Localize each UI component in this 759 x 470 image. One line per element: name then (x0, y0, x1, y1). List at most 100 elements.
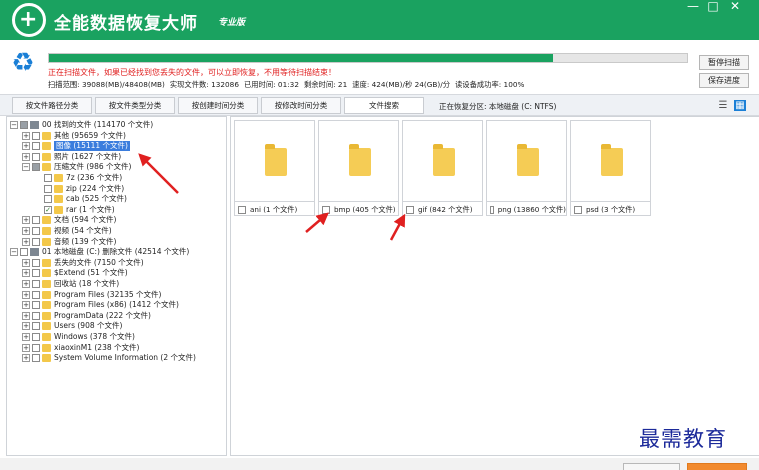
tree-item-label: 照片 (1627 个文件) (54, 151, 122, 161)
tree-item[interactable]: + ProgramData (222 个文件) (22, 311, 151, 321)
tree-item-label: xiaoxinM1 (238 个文件) (54, 342, 140, 352)
card-label: ani (1 个文件) (250, 204, 298, 214)
expand-icon[interactable]: + (22, 333, 30, 341)
expand-icon[interactable]: + (22, 142, 30, 151)
bottom-button-right[interactable] (687, 463, 747, 470)
collapse-icon[interactable]: − (22, 163, 30, 172)
tree-item-checkbox[interactable] (32, 142, 40, 151)
tab-3[interactable]: 按修改时间分类 (261, 97, 341, 114)
expand-icon[interactable]: + (22, 301, 30, 310)
card-checkbox[interactable] (406, 205, 414, 214)
tree-item[interactable]: zip (224 个文件) (34, 184, 124, 194)
tree-item[interactable]: cab (525 个文件) (34, 194, 127, 204)
tree-item-checkbox[interactable] (44, 184, 52, 193)
tree-item-checkbox[interactable]: ✓ (44, 205, 52, 214)
tree-item[interactable]: − 压缩文件 (986 个文件) (22, 162, 131, 172)
tree-item-label: 01 本地磁盘 (C:) 删除文件 (42514 个文件) (42, 247, 190, 257)
scan-progress-bar (48, 53, 688, 63)
tree-item-checkbox[interactable] (32, 227, 40, 235)
expand-icon[interactable]: + (22, 343, 30, 352)
tree-item-checkbox[interactable] (32, 269, 40, 278)
card-checkbox[interactable] (322, 205, 330, 214)
tree-item[interactable]: + $Extend (51 个文件) (22, 268, 128, 278)
tree-item-checkbox[interactable] (20, 248, 28, 257)
tree-item[interactable]: + 丢失的文件 (7150 个文件) (22, 258, 144, 268)
bottom-button-left[interactable] (623, 463, 680, 470)
tree-item-checkbox[interactable] (32, 152, 40, 161)
tree-item-checkbox[interactable] (32, 311, 40, 320)
tree-item[interactable]: + 图像 (15111 个文件) (22, 141, 130, 152)
tree-item[interactable]: + Program Files (x86) (1412 个文件) (22, 300, 179, 310)
file-type-card[interactable]: psd (3 个文件) (570, 120, 651, 216)
tab-1[interactable]: 按文件类型分类 (95, 97, 175, 114)
tree-item-checkbox[interactable] (32, 290, 40, 299)
folder-icon (42, 152, 51, 161)
tree-item-checkbox[interactable] (44, 195, 52, 204)
tree-item-checkbox[interactable] (32, 131, 40, 140)
tree-item-checkbox[interactable] (32, 237, 40, 246)
tree-item-checkbox[interactable] (32, 354, 40, 363)
tab-2[interactable]: 按创建时间分类 (178, 97, 258, 114)
tree-item-checkbox[interactable] (20, 121, 28, 129)
tree-item-checkbox[interactable] (32, 280, 40, 288)
tab-4[interactable]: 文件搜索 (344, 97, 424, 114)
file-type-card[interactable]: png (13860 个文件) (486, 120, 567, 216)
tab-0[interactable]: 按文件路径分类 (12, 97, 92, 114)
file-type-card[interactable]: ani (1 个文件) (234, 120, 315, 216)
tree-item[interactable]: + 回收站 (18 个文件) (22, 279, 119, 289)
tree-item-checkbox[interactable] (44, 174, 52, 182)
expand-icon[interactable]: + (22, 152, 30, 161)
expand-icon[interactable]: + (22, 131, 30, 140)
tree-item-checkbox[interactable] (32, 333, 40, 341)
tree-item-checkbox[interactable] (32, 343, 40, 352)
tree-item-checkbox[interactable] (32, 163, 40, 172)
collapse-icon[interactable]: − (10, 121, 18, 129)
expand-icon[interactable]: + (22, 322, 30, 331)
expand-icon[interactable]: + (22, 354, 30, 363)
card-checkbox[interactable] (238, 205, 246, 214)
tree-item[interactable]: + 视频 (54 个文件) (22, 226, 112, 236)
maximize-button[interactable]: □ (703, 0, 723, 14)
expand-icon[interactable]: + (22, 216, 30, 225)
tree-item[interactable]: ✓ rar (1 个文件) (34, 205, 115, 215)
tree-item-label: 回收站 (18 个文件) (54, 279, 120, 288)
card-checkbox[interactable] (574, 205, 582, 214)
minimize-button[interactable]: — (683, 0, 703, 14)
tree-item-checkbox[interactable] (32, 301, 40, 310)
card-checkbox[interactable] (490, 205, 494, 214)
tree-item-checkbox[interactable] (32, 216, 40, 225)
tree-item[interactable]: + Users (908 个文件) (22, 321, 122, 331)
tree-item[interactable]: + 其他 (95659 个文件) (22, 131, 126, 141)
expand-icon[interactable]: + (22, 258, 30, 267)
tree-item[interactable]: + 文档 (594 个文件) (22, 215, 116, 225)
expand-icon[interactable]: + (22, 280, 30, 288)
tree-item[interactable]: − 01 本地磁盘 (C:) 删除文件 (42514 个文件) (10, 247, 189, 257)
file-type-card[interactable]: bmp (405 个文件) (318, 120, 399, 216)
scan-panel: ♻ 正在扫描文件，如果已经找到您丢失的文件，可以立即恢复，不用等待扫描结束！ 扫… (0, 40, 759, 92)
tree-item[interactable]: 7z (236 个文件) (34, 173, 122, 183)
expand-icon[interactable]: + (22, 311, 30, 320)
folder-icon (42, 237, 51, 246)
expand-icon[interactable]: + (22, 227, 30, 235)
tree-item-checkbox[interactable] (32, 322, 40, 331)
list-view-icon[interactable]: ☰ (717, 100, 729, 111)
edition-label: 专业版 (218, 18, 246, 28)
tree-item[interactable]: − 00 找到的文件 (114170 个文件) (10, 120, 153, 130)
tree-item[interactable]: + Windows (378 个文件) (22, 332, 135, 342)
tree-item[interactable]: + xiaoxinM1 (238 个文件) (22, 343, 139, 353)
tree-item[interactable]: + 照片 (1627 个文件) (22, 152, 121, 162)
close-button[interactable]: ✕ (725, 0, 745, 14)
pause-scan-button[interactable]: 暂停扫描 (699, 55, 749, 70)
file-type-card[interactable]: gif (842 个文件) (402, 120, 483, 216)
save-progress-button[interactable]: 保存进度 (699, 73, 749, 88)
tree-item-checkbox[interactable] (32, 258, 40, 267)
expand-icon[interactable]: + (22, 290, 30, 299)
folder-icon (42, 343, 51, 352)
tree-item[interactable]: + Program Files (32135 个文件) (22, 290, 161, 300)
expand-icon[interactable]: + (22, 237, 30, 246)
tree-item[interactable]: + System Volume Information (2 个文件) (22, 353, 196, 363)
tree-item[interactable]: + 音频 (139 个文件) (22, 237, 116, 247)
grid-view-icon[interactable]: ▦ (734, 100, 746, 111)
expand-icon[interactable]: + (22, 269, 30, 278)
collapse-icon[interactable]: − (10, 248, 18, 257)
